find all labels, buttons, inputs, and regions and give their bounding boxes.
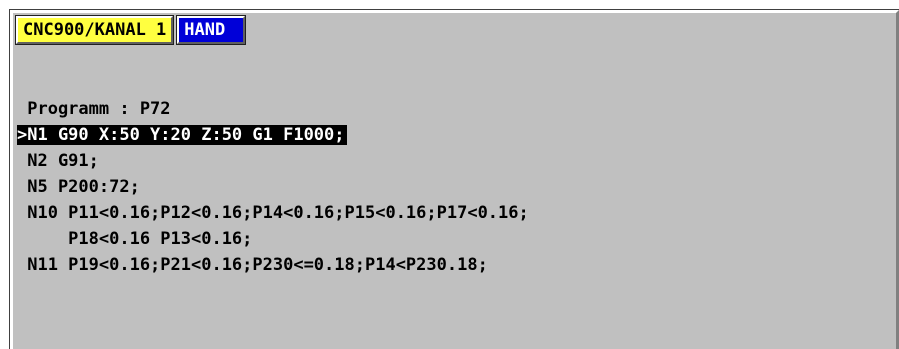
program-title: Programm : P72	[17, 99, 171, 119]
channel-badge: CNC900/KANAL 1	[14, 15, 175, 45]
program-line-selected[interactable]: >N1 G90 X:50 Y:20 Z:50 G1 F1000;	[17, 122, 529, 148]
program-line-text: N11 P19<0.16;P21<0.16;P230<=0.18;P14<P23…	[17, 255, 488, 275]
program-line-text: N10 P11<0.16;P12<0.16;P14<0.16;P15<0.16;…	[17, 203, 529, 223]
status-header: CNC900/KANAL 1 HAND	[14, 15, 247, 45]
program-line-text: P18<0.16 P13<0.16;	[17, 229, 253, 249]
mode-badge[interactable]: HAND	[176, 15, 247, 45]
program-line-continuation[interactable]: P18<0.16 P13<0.16;	[17, 226, 529, 252]
program-line[interactable]: N11 P19<0.16;P21<0.16;P230<=0.18;P14<P23…	[17, 252, 529, 278]
program-line[interactable]: N5 P200:72;	[17, 174, 529, 200]
program-line[interactable]: N2 G91;	[17, 148, 529, 174]
program-line[interactable]: N10 P11<0.16;P12<0.16;P14<0.16;P15<0.16;…	[17, 200, 529, 226]
program-line-text: N2 G91;	[17, 151, 99, 171]
program-line-text: N5 P200:72;	[17, 177, 140, 197]
program-line-text: >N1 G90 X:50 Y:20 Z:50 G1 F1000;	[17, 125, 347, 145]
program-listing: >N1 G90 X:50 Y:20 Z:50 G1 F1000; N2 G91;…	[17, 122, 529, 278]
